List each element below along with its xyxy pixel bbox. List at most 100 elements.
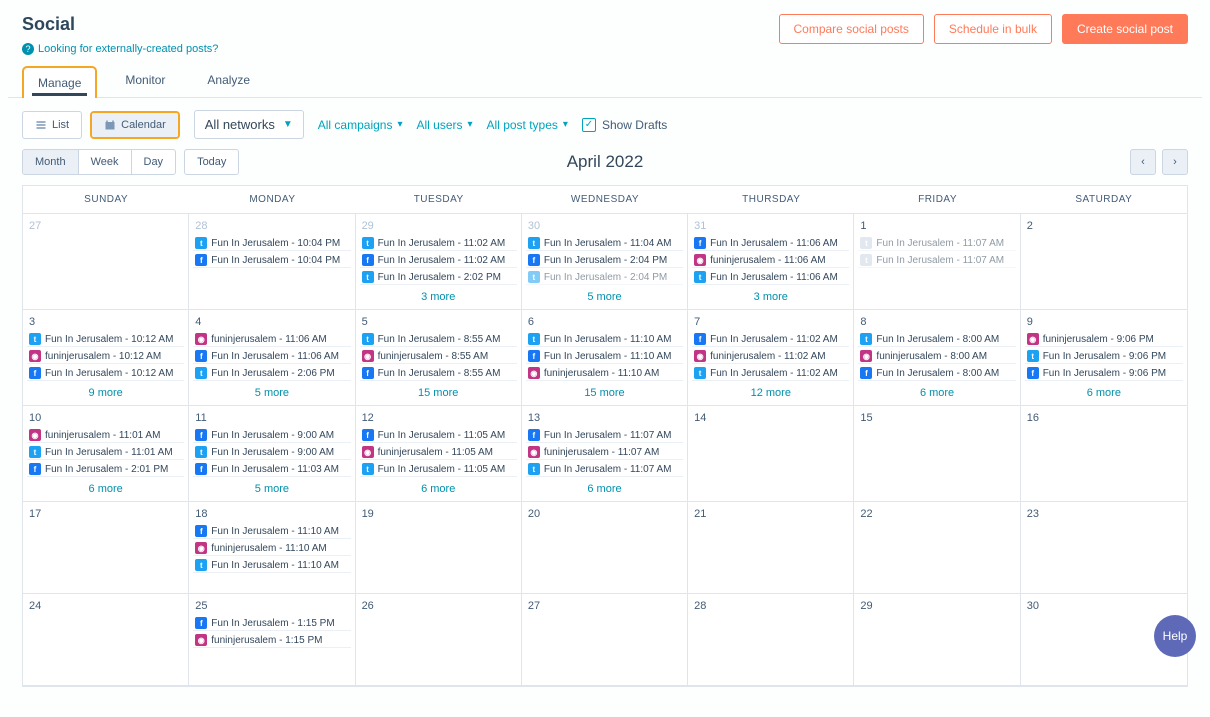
calendar-event[interactable]: ◉funinjerusalem - 11:10 AM	[526, 366, 683, 381]
calendar-event[interactable]: tFun In Jerusalem - 11:02 AM	[360, 236, 517, 251]
calendar-cell[interactable]: 4◉funinjerusalem - 11:06 AMfFun In Jerus…	[189, 310, 355, 406]
calendar-event[interactable]: tFun In Jerusalem - 11:10 AM	[193, 558, 350, 573]
calendar-event[interactable]: tFun In Jerusalem - 11:05 AM	[360, 462, 517, 477]
more-events-link[interactable]: 5 more	[193, 477, 350, 495]
calendar-event[interactable]: fFun In Jerusalem - 11:10 AM	[526, 349, 683, 364]
calendar-event[interactable]: tFun In Jerusalem - 11:02 AM	[692, 366, 849, 381]
calendar-cell[interactable]: 28	[688, 594, 854, 686]
more-events-link[interactable]: 6 more	[858, 381, 1015, 399]
next-month-button[interactable]: ›	[1162, 149, 1188, 175]
range-week-button[interactable]: Week	[78, 150, 131, 174]
calendar-event[interactable]: tFun In Jerusalem - 11:10 AM	[526, 332, 683, 347]
more-events-link[interactable]: 3 more	[360, 285, 517, 303]
calendar-event[interactable]: tFun In Jerusalem - 10:12 AM	[27, 332, 184, 347]
create-post-button[interactable]: Create social post	[1062, 14, 1188, 44]
calendar-cell[interactable]: 28tFun In Jerusalem - 10:04 PMfFun In Je…	[189, 214, 355, 310]
calendar-cell[interactable]: 30tFun In Jerusalem - 11:04 AMfFun In Je…	[522, 214, 688, 310]
calendar-event[interactable]: ◉funinjerusalem - 8:00 AM	[858, 349, 1015, 364]
calendar-event[interactable]: fFun In Jerusalem - 11:10 AM	[193, 524, 350, 539]
compare-posts-button[interactable]: Compare social posts	[779, 14, 924, 44]
calendar-event[interactable]: fFun In Jerusalem - 10:12 AM	[27, 366, 184, 381]
range-day-button[interactable]: Day	[131, 150, 176, 174]
calendar-cell[interactable]: 6tFun In Jerusalem - 11:10 AMfFun In Jer…	[522, 310, 688, 406]
help-button[interactable]: Help	[1154, 615, 1196, 657]
calendar-event[interactable]: tFun In Jerusalem - 11:01 AM	[27, 445, 184, 460]
calendar-cell[interactable]: 27	[522, 594, 688, 686]
calendar-event[interactable]: ◉funinjerusalem - 1:15 PM	[193, 633, 350, 648]
more-events-link[interactable]: 6 more	[1025, 381, 1183, 399]
more-events-link[interactable]: 6 more	[526, 477, 683, 495]
tab-manage[interactable]: Manage	[22, 66, 97, 98]
calendar-event[interactable]: ◉funinjerusalem - 11:06 AM	[692, 253, 849, 268]
calendar-cell[interactable]: 2	[1021, 214, 1187, 310]
calendar-event[interactable]: ◉funinjerusalem - 11:01 AM	[27, 428, 184, 443]
networks-dropdown[interactable]: All networks ▼	[194, 110, 304, 139]
calendar-cell[interactable]: 29tFun In Jerusalem - 11:02 AMfFun In Je…	[356, 214, 522, 310]
calendar-event[interactable]: fFun In Jerusalem - 2:04 PM	[526, 253, 683, 268]
more-events-link[interactable]: 15 more	[526, 381, 683, 399]
calendar-event[interactable]: fFun In Jerusalem - 2:01 PM	[27, 462, 184, 477]
calendar-cell[interactable]: 24	[23, 594, 189, 686]
external-posts-link[interactable]: ? Looking for externally-created posts?	[22, 43, 218, 55]
calendar-cell[interactable]: 23	[1021, 502, 1187, 594]
calendar-event[interactable]: fFun In Jerusalem - 8:55 AM	[360, 366, 517, 381]
calendar-event[interactable]: ◉funinjerusalem - 11:05 AM	[360, 445, 517, 460]
calendar-cell[interactable]: 7fFun In Jerusalem - 11:02 AM◉funinjerus…	[688, 310, 854, 406]
calendar-event[interactable]: ◉funinjerusalem - 11:02 AM	[692, 349, 849, 364]
calendar-cell[interactable]: 13fFun In Jerusalem - 11:07 AM◉funinjeru…	[522, 406, 688, 502]
users-filter[interactable]: All users ▾	[416, 118, 472, 132]
range-month-button[interactable]: Month	[23, 150, 78, 174]
calendar-cell[interactable]: 21	[688, 502, 854, 594]
schedule-bulk-button[interactable]: Schedule in bulk	[934, 14, 1052, 44]
calendar-cell[interactable]: 15	[854, 406, 1020, 502]
view-list-button[interactable]: List	[23, 112, 81, 138]
calendar-event[interactable]: tFun In Jerusalem - 11:07 AM	[526, 462, 683, 477]
show-drafts-checkbox[interactable]: ✓ Show Drafts	[582, 118, 667, 132]
calendar-event[interactable]: fFun In Jerusalem - 9:06 PM	[1025, 366, 1183, 381]
calendar-event[interactable]: tFun In Jerusalem - 8:55 AM	[360, 332, 517, 347]
calendar-event[interactable]: ◉funinjerusalem - 11:07 AM	[526, 445, 683, 460]
more-events-link[interactable]: 3 more	[692, 285, 849, 303]
calendar-event[interactable]: fFun In Jerusalem - 10:04 PM	[193, 253, 350, 268]
more-events-link[interactable]: 12 more	[692, 381, 849, 399]
tab-analyze[interactable]: Analyze	[193, 65, 264, 97]
calendar-event[interactable]: tFun In Jerusalem - 2:06 PM	[193, 366, 350, 381]
calendar-cell[interactable]: 1tFun In Jerusalem - 11:07 AMtFun In Jer…	[854, 214, 1020, 310]
calendar-cell[interactable]: 19	[356, 502, 522, 594]
calendar-event[interactable]: tFun In Jerusalem - 8:00 AM	[858, 332, 1015, 347]
calendar-event[interactable]: fFun In Jerusalem - 8:00 AM	[858, 366, 1015, 381]
calendar-event[interactable]: tFun In Jerusalem - 11:04 AM	[526, 236, 683, 251]
calendar-event[interactable]: tFun In Jerusalem - 11:07 AM	[858, 253, 1015, 268]
more-events-link[interactable]: 9 more	[27, 381, 184, 399]
calendar-cell[interactable]: 9◉funinjerusalem - 9:06 PMtFun In Jerusa…	[1021, 310, 1187, 406]
more-events-link[interactable]: 15 more	[360, 381, 517, 399]
calendar-cell[interactable]: 5tFun In Jerusalem - 8:55 AM◉funinjerusa…	[356, 310, 522, 406]
today-button[interactable]: Today	[185, 150, 238, 174]
calendar-event[interactable]: fFun In Jerusalem - 11:06 AM	[692, 236, 849, 251]
calendar-event[interactable]: ◉funinjerusalem - 9:06 PM	[1025, 332, 1183, 347]
calendar-cell[interactable]: 11fFun In Jerusalem - 9:00 AMtFun In Jer…	[189, 406, 355, 502]
calendar-cell[interactable]: 14	[688, 406, 854, 502]
calendar-event[interactable]: fFun In Jerusalem - 11:06 AM	[193, 349, 350, 364]
calendar-cell[interactable]: 20	[522, 502, 688, 594]
calendar-event[interactable]: tFun In Jerusalem - 9:00 AM	[193, 445, 350, 460]
calendar-cell[interactable]: 12fFun In Jerusalem - 11:05 AM◉funinjeru…	[356, 406, 522, 502]
more-events-link[interactable]: 6 more	[360, 477, 517, 495]
calendar-event[interactable]: fFun In Jerusalem - 9:00 AM	[193, 428, 350, 443]
calendar-event[interactable]: fFun In Jerusalem - 11:02 AM	[360, 253, 517, 268]
campaigns-filter[interactable]: All campaigns ▾	[318, 118, 403, 132]
calendar-event[interactable]: tFun In Jerusalem - 11:07 AM	[858, 236, 1015, 251]
calendar-cell[interactable]: 22	[854, 502, 1020, 594]
post-types-filter[interactable]: All post types ▾	[487, 118, 568, 132]
calendar-cell[interactable]: 31fFun In Jerusalem - 11:06 AM◉funinjeru…	[688, 214, 854, 310]
calendar-event[interactable]: fFun In Jerusalem - 1:15 PM	[193, 616, 350, 631]
calendar-event[interactable]: tFun In Jerusalem - 2:04 PM	[526, 270, 683, 285]
calendar-event[interactable]: ◉funinjerusalem - 10:12 AM	[27, 349, 184, 364]
calendar-event[interactable]: tFun In Jerusalem - 2:02 PM	[360, 270, 517, 285]
calendar-cell[interactable]: 8tFun In Jerusalem - 8:00 AM◉funinjerusa…	[854, 310, 1020, 406]
calendar-cell[interactable]: 26	[356, 594, 522, 686]
tab-monitor[interactable]: Monitor	[111, 65, 179, 97]
calendar-cell[interactable]: 25fFun In Jerusalem - 1:15 PM◉funinjerus…	[189, 594, 355, 686]
calendar-cell[interactable]: 29	[854, 594, 1020, 686]
calendar-event[interactable]: ◉funinjerusalem - 8:55 AM	[360, 349, 517, 364]
